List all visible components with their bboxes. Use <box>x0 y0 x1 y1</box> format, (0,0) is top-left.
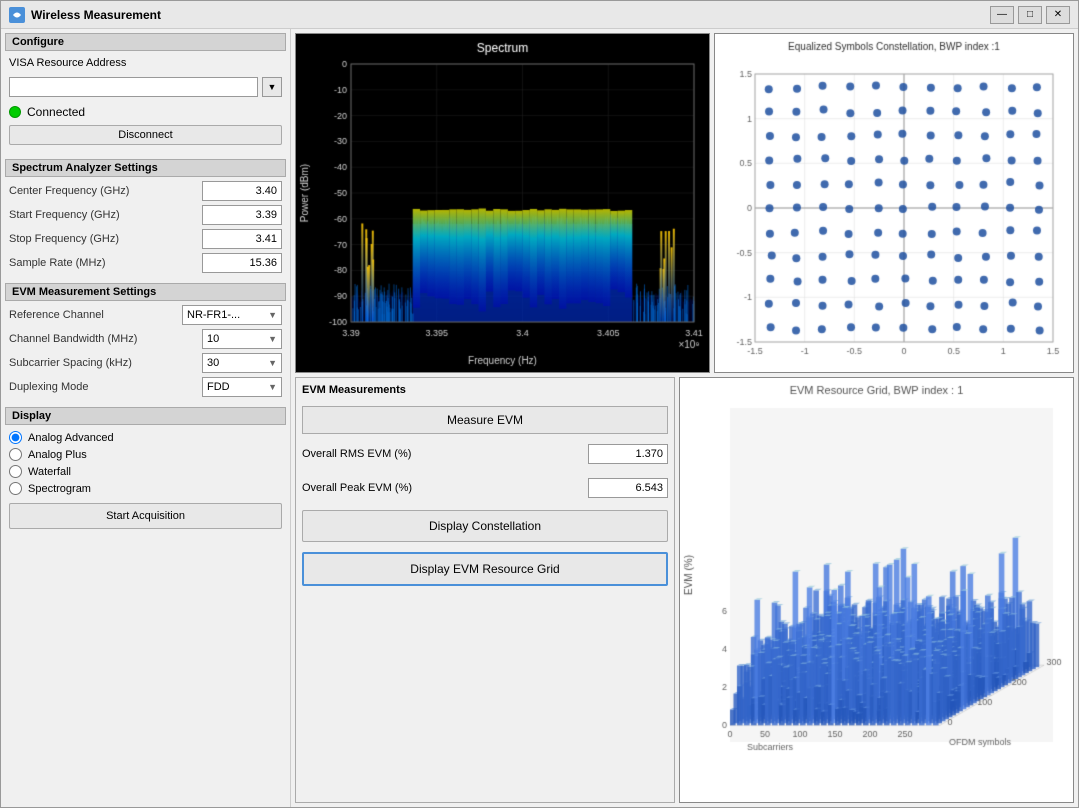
rms-evm-row: Overall RMS EVM (%) 1.370 <box>302 440 668 468</box>
subcarrier-row: Subcarrier Spacing (kHz) 30 ▼ <box>5 353 286 373</box>
title-buttons: — □ ✕ <box>990 6 1070 24</box>
display-constellation-button[interactable]: Display Constellation <box>302 510 668 542</box>
spectrum-settings-header: Spectrum Analyzer Settings <box>5 159 286 177</box>
start-freq-input[interactable] <box>202 205 282 225</box>
stop-freq-row: Stop Frequency (GHz) <box>5 229 286 249</box>
spectrum-plot <box>295 33 710 373</box>
channel-bw-arrow: ▼ <box>268 334 277 344</box>
display-header: Display <box>5 407 286 425</box>
visa-dropdown-arrow[interactable]: ▼ <box>262 77 282 97</box>
peak-evm-value: 6.543 <box>588 478 668 498</box>
radio-spectrogram-label: Spectrogram <box>28 483 91 495</box>
rms-evm-label: Overall RMS EVM (%) <box>302 448 588 460</box>
duplexing-arrow: ▼ <box>268 382 277 392</box>
disconnect-button[interactable]: Disconnect <box>9 125 282 145</box>
radio-spectrogram[interactable] <box>9 482 22 495</box>
rms-evm-value: 1.370 <box>588 444 668 464</box>
ref-channel-dropdown[interactable]: NR-FR1-... ▼ <box>182 305 282 325</box>
radio-analog-advanced[interactable] <box>9 431 22 444</box>
stop-freq-label: Stop Frequency (GHz) <box>9 233 202 245</box>
spectrum-settings-section: Spectrum Analyzer Settings Center Freque… <box>5 159 286 277</box>
radio-analog-plus[interactable] <box>9 448 22 461</box>
close-button[interactable]: ✕ <box>1046 6 1070 24</box>
ref-channel-value: NR-FR1-... <box>187 309 240 321</box>
left-panel: Configure VISA Resource Address ▼ Connec… <box>1 29 291 807</box>
center-freq-label: Center Frequency (GHz) <box>9 185 202 197</box>
title-bar-left: Wireless Measurement <box>9 7 161 23</box>
radio-waterfall-row: Waterfall <box>5 463 286 480</box>
start-btn-wrapper: Start Acquisition <box>5 497 286 535</box>
spectrum-canvas <box>296 34 709 372</box>
visa-input[interactable] <box>9 77 258 97</box>
evm-panel-title: EVM Measurements <box>302 384 668 396</box>
title-bar: Wireless Measurement — □ ✕ <box>1 1 1078 29</box>
duplexing-dropdown[interactable]: FDD ▼ <box>202 377 282 397</box>
evm-settings-section: EVM Measurement Settings Reference Chann… <box>5 283 286 401</box>
sample-rate-label: Sample Rate (MHz) <box>9 257 202 269</box>
radio-analog-advanced-row: Analog Advanced <box>5 429 286 446</box>
right-area: EVM Measurements Measure EVM Overall RMS… <box>291 29 1078 807</box>
radio-waterfall-label: Waterfall <box>28 466 71 478</box>
ref-channel-label: Reference Channel <box>9 309 182 321</box>
radio-analog-advanced-label: Analog Advanced <box>28 432 114 444</box>
radio-spectrogram-row: Spectrogram <box>5 480 286 497</box>
subcarrier-dropdown[interactable]: 30 ▼ <box>202 353 282 373</box>
disconnect-btn-wrapper: Disconnect <box>5 123 286 147</box>
top-plots <box>295 33 1074 373</box>
subcarrier-value: 30 <box>207 357 219 369</box>
duplexing-row: Duplexing Mode FDD ▼ <box>5 377 286 397</box>
maximize-button[interactable]: □ <box>1018 6 1042 24</box>
ref-channel-row: Reference Channel NR-FR1-... ▼ <box>5 305 286 325</box>
radio-waterfall[interactable] <box>9 465 22 478</box>
measure-evm-button[interactable]: Measure EVM <box>302 406 668 434</box>
start-freq-label: Start Frequency (GHz) <box>9 209 202 221</box>
connected-label: Connected <box>27 105 85 119</box>
app-icon <box>9 7 25 23</box>
center-freq-row: Center Frequency (GHz) <box>5 181 286 201</box>
channel-bw-label: Channel Bandwidth (MHz) <box>9 333 202 345</box>
resource-grid-plot <box>679 377 1074 803</box>
display-section: Display Analog Advanced Analog Plus Wate… <box>5 407 286 535</box>
constellation-plot <box>714 33 1074 373</box>
channel-bw-dropdown[interactable]: 10 ▼ <box>202 329 282 349</box>
peak-evm-label: Overall Peak EVM (%) <box>302 482 588 494</box>
duplexing-label: Duplexing Mode <box>9 381 202 393</box>
peak-evm-row: Overall Peak EVM (%) 6.543 <box>302 474 668 502</box>
channel-bw-value: 10 <box>207 333 219 345</box>
sample-rate-input[interactable] <box>202 253 282 273</box>
duplexing-value: FDD <box>207 381 230 393</box>
connection-led <box>9 106 21 118</box>
sample-rate-row: Sample Rate (MHz) <box>5 253 286 273</box>
constellation-canvas <box>715 34 1073 372</box>
window-title: Wireless Measurement <box>31 8 161 22</box>
main-window: Wireless Measurement — □ ✕ Configure VIS… <box>0 0 1079 808</box>
display-evm-resource-grid-button[interactable]: Display EVM Resource Grid <box>302 552 668 586</box>
configure-header: Configure <box>5 33 286 51</box>
stop-freq-input[interactable] <box>202 229 282 249</box>
visa-label: VISA Resource Address <box>5 55 286 71</box>
evm-panel: EVM Measurements Measure EVM Overall RMS… <box>295 377 675 803</box>
resource-grid-canvas <box>680 378 1073 802</box>
center-freq-input[interactable] <box>202 181 282 201</box>
radio-analog-plus-label: Analog Plus <box>28 449 87 461</box>
start-acquisition-button[interactable]: Start Acquisition <box>9 503 282 529</box>
subcarrier-label: Subcarrier Spacing (kHz) <box>9 357 202 369</box>
bottom-area: EVM Measurements Measure EVM Overall RMS… <box>295 377 1074 803</box>
subcarrier-arrow: ▼ <box>268 358 277 368</box>
start-freq-row: Start Frequency (GHz) <box>5 205 286 225</box>
ref-channel-arrow: ▼ <box>268 310 277 320</box>
minimize-button[interactable]: — <box>990 6 1014 24</box>
evm-settings-header: EVM Measurement Settings <box>5 283 286 301</box>
radio-analog-plus-row: Analog Plus <box>5 446 286 463</box>
connected-row: Connected <box>5 101 286 123</box>
channel-bw-row: Channel Bandwidth (MHz) 10 ▼ <box>5 329 286 349</box>
main-content: Configure VISA Resource Address ▼ Connec… <box>1 29 1078 807</box>
visa-row: ▼ <box>5 73 286 101</box>
configure-section: Configure VISA Resource Address ▼ Connec… <box>5 33 286 153</box>
